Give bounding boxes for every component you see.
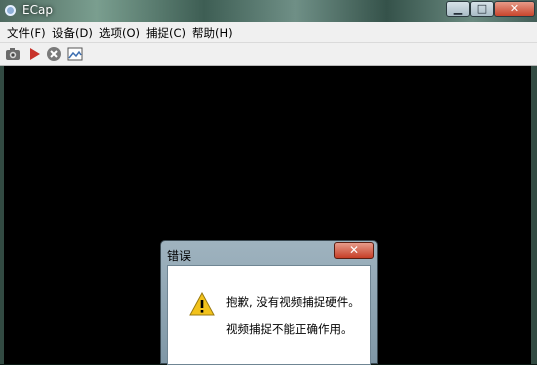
menu-help[interactable]: 帮助(H)	[192, 25, 233, 41]
menu-file[interactable]: 文件(F)	[7, 25, 46, 41]
menu-bar: 文件(F) 设备(D) 选项(O) 捕捉(C) 帮助(H)	[0, 22, 537, 43]
play-icon[interactable]	[26, 46, 42, 62]
maximize-button[interactable]: □	[470, 1, 494, 17]
image-icon[interactable]	[67, 46, 83, 62]
dialog-body: 抱歉, 没有视频捕捉硬件。 视频捕捉不能正确作用。	[167, 265, 371, 365]
dialog-close-button[interactable]: ✕	[334, 242, 374, 259]
dialog-message-line2: 视频捕捉不能正确作用。	[226, 322, 353, 336]
dialog-title: 错误	[167, 249, 192, 263]
window-frame-right	[531, 66, 537, 364]
dialog-message-line1: 抱歉, 没有视频捕捉硬件。	[226, 295, 360, 309]
menu-options[interactable]: 选项(O)	[99, 25, 140, 41]
app-icon	[5, 5, 16, 16]
window-title: ECap	[22, 3, 53, 17]
error-dialog: 错误 ✕ 抱歉, 没有视频捕捉硬件。 视频捕捉不能正确作用。	[160, 240, 378, 365]
window-titlebar[interactable]: ECap ▁ □ ✕	[0, 0, 537, 22]
stop-icon[interactable]	[46, 46, 62, 62]
minimize-button[interactable]: ▁	[446, 1, 470, 17]
toolbar	[0, 43, 537, 66]
warning-icon	[189, 292, 215, 316]
camera-icon[interactable]	[5, 46, 21, 62]
close-button[interactable]: ✕	[494, 1, 535, 17]
menu-device[interactable]: 设备(D)	[52, 25, 93, 41]
menu-capture[interactable]: 捕捉(C)	[146, 25, 186, 41]
